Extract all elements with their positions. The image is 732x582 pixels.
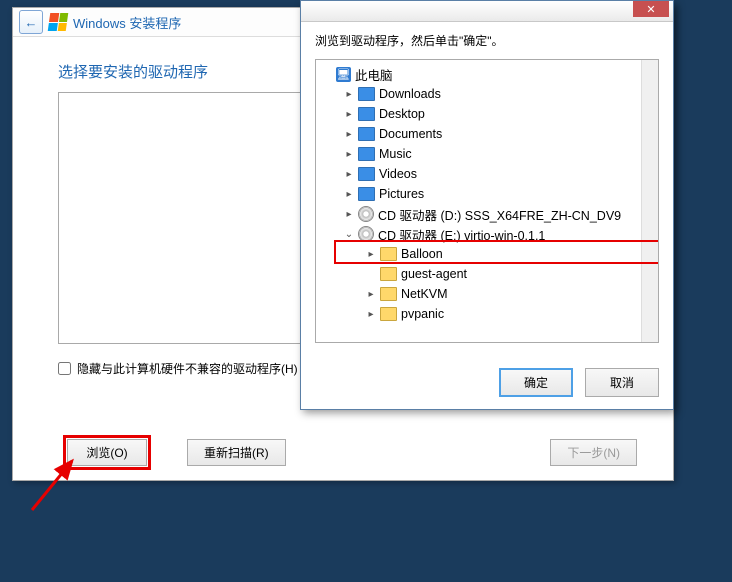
- folder-icon: [358, 187, 375, 201]
- caret-icon: ▸: [344, 89, 354, 100]
- disc-icon: [358, 206, 374, 222]
- tree-item-cd-e[interactable]: ⌄ CD 驱动器 (E:) virtio-win-0.1.1: [316, 224, 658, 244]
- rescan-button[interactable]: 重新扫描(R): [187, 439, 286, 466]
- tree-label: Music: [379, 147, 412, 161]
- tree-label: pvpanic: [401, 307, 444, 321]
- folder-icon: [358, 147, 375, 161]
- ok-button[interactable]: 确定: [499, 368, 573, 397]
- folder-tree[interactable]: ▸ 🖥 此电脑 ▸ Downloads ▸ Desktop ▸ Document…: [315, 59, 659, 343]
- caret-icon: ▸: [344, 209, 354, 220]
- installer-title: Windows 安装程序: [73, 13, 181, 32]
- tree-label: Pictures: [379, 187, 424, 201]
- tree-label: NetKVM: [401, 287, 448, 301]
- folder-icon: [380, 307, 397, 321]
- tree-label: Balloon: [401, 247, 443, 261]
- caret-icon: ▸: [366, 249, 376, 260]
- computer-icon: 🖥: [336, 67, 351, 82]
- tree-item-pvpanic[interactable]: ▸ pvpanic: [316, 304, 658, 324]
- close-button[interactable]: ✕: [633, 1, 669, 17]
- installer-buttons: 浏览(O) 重新扫描(R) 下一步(N): [13, 439, 673, 466]
- folder-icon: [380, 247, 397, 261]
- dialog-titlebar: ✕: [301, 1, 673, 22]
- tree-item-documents[interactable]: ▸ Documents: [316, 124, 658, 144]
- tree-item-netkvm[interactable]: ▸ NetKVM: [316, 284, 658, 304]
- chevron-down-icon: ⌄: [344, 229, 354, 240]
- caret-icon: ▸: [366, 309, 376, 320]
- tree-label: CD 驱动器 (D:) SSS_X64FRE_ZH-CN_DV9: [378, 205, 621, 224]
- hide-incompatible-label[interactable]: 隐藏与此计算机硬件不兼容的驱动程序(H): [77, 360, 298, 377]
- caret-icon: ▸: [344, 169, 354, 180]
- close-icon: ✕: [646, 3, 655, 16]
- back-button[interactable]: ←: [19, 10, 43, 34]
- dialog-buttons: 确定 取消: [499, 368, 659, 397]
- tree-item-desktop[interactable]: ▸ Desktop: [316, 104, 658, 124]
- tree-label: Videos: [379, 167, 417, 181]
- folder-icon: [358, 167, 375, 181]
- cancel-button[interactable]: 取消: [585, 368, 659, 397]
- tree-label: guest-agent: [401, 267, 467, 281]
- folder-icon: [358, 87, 375, 101]
- browse-button[interactable]: 浏览(O): [67, 439, 147, 466]
- caret-icon: ▸: [366, 289, 376, 300]
- folder-icon: [358, 107, 375, 121]
- caret-icon: ▸: [344, 189, 354, 200]
- tree-label: 此电脑: [355, 65, 393, 84]
- tree-label: Downloads: [379, 87, 441, 101]
- tree-item-balloon[interactable]: ▸ Balloon: [316, 244, 658, 264]
- folder-icon: [380, 287, 397, 301]
- windows-logo-icon: [48, 13, 69, 31]
- caret-icon: ▸: [322, 69, 332, 80]
- back-arrow-icon: ←: [25, 15, 38, 30]
- next-button: 下一步(N): [550, 439, 637, 466]
- hide-incompatible-checkbox[interactable]: [58, 362, 71, 375]
- tree-item-downloads[interactable]: ▸ Downloads: [316, 84, 658, 104]
- browse-dialog: ✕ 浏览到驱动程序，然后单击"确定"。 ▸ 🖥 此电脑 ▸ Downloads …: [300, 0, 674, 410]
- folder-icon: [380, 267, 397, 281]
- caret-icon: ▸: [344, 129, 354, 140]
- caret-icon: ▸: [344, 149, 354, 160]
- tree-label: Documents: [379, 127, 442, 141]
- tree-item-music[interactable]: ▸ Music: [316, 144, 658, 164]
- caret-icon: ▸: [344, 109, 354, 120]
- tree-label: Desktop: [379, 107, 425, 121]
- tree-scrollbar[interactable]: [641, 60, 658, 342]
- tree-item-guest-agent[interactable]: ▸ guest-agent: [316, 264, 658, 284]
- disc-icon: [358, 226, 374, 242]
- caret-icon: ▸: [366, 269, 376, 280]
- tree-label: CD 驱动器 (E:) virtio-win-0.1.1: [378, 225, 545, 244]
- tree-item-cd-d[interactable]: ▸ CD 驱动器 (D:) SSS_X64FRE_ZH-CN_DV9: [316, 204, 658, 224]
- folder-icon: [358, 127, 375, 141]
- tree-item-pictures[interactable]: ▸ Pictures: [316, 184, 658, 204]
- dialog-instruction: 浏览到驱动程序，然后单击"确定"。: [301, 22, 673, 55]
- tree-item-videos[interactable]: ▸ Videos: [316, 164, 658, 184]
- tree-item-this-pc[interactable]: ▸ 🖥 此电脑: [316, 64, 658, 84]
